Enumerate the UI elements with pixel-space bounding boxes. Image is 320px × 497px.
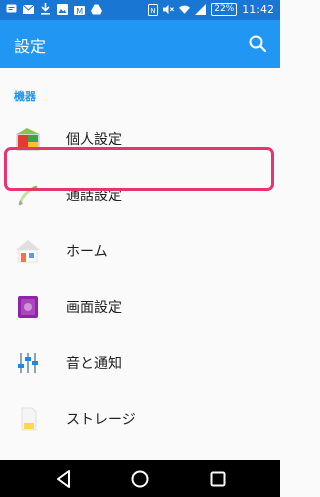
mute-icon	[163, 4, 175, 16]
drive-icon	[91, 3, 102, 15]
navigation-bar	[0, 460, 280, 497]
app-bar: 設定	[0, 20, 280, 68]
page-title: 設定	[14, 37, 47, 56]
clock: 11:42	[242, 3, 274, 16]
svg-text:M: M	[76, 6, 83, 14]
shop-icon: M	[74, 3, 85, 15]
settings-item-label: 画面設定	[66, 300, 122, 316]
settings-item-call[interactable]: 通話設定	[0, 167, 280, 223]
home-button-icon[interactable]	[127, 466, 153, 492]
message-icon	[6, 3, 17, 15]
mail-icon	[23, 3, 34, 15]
settings-item-sound[interactable]: 音と通知	[0, 335, 280, 391]
search-icon[interactable]	[246, 32, 270, 56]
section-header-device: 機器	[14, 90, 36, 103]
settings-item-storage[interactable]: ストレージ	[0, 391, 280, 447]
settings-list: 機器 個人設定 通話設定 ホーム 画面設定 音と通知 ストレージ	[0, 68, 280, 460]
battery-indicator: 22%	[211, 3, 238, 16]
home-icon	[14, 237, 42, 265]
nfc-icon: N	[147, 3, 158, 16]
settings-item-display[interactable]: 画面設定	[0, 279, 280, 335]
storage-icon	[14, 405, 42, 433]
signal-icon	[195, 4, 207, 16]
display-icon	[14, 293, 42, 321]
svg-text:N: N	[150, 7, 155, 15]
settings-item-home[interactable]: ホーム	[0, 223, 280, 279]
gallery-icon	[57, 3, 68, 15]
recent-apps-icon[interactable]	[205, 466, 231, 492]
personalization-icon	[14, 125, 42, 153]
system-status: N 22% 11:42	[147, 3, 274, 16]
settings-item-label: 通話設定	[66, 188, 122, 204]
settings-item-label: 個人設定	[66, 132, 122, 148]
status-bar: M N 22% 11:42	[0, 0, 280, 20]
settings-item-personalization[interactable]: 個人設定	[0, 111, 280, 167]
settings-item-label: ホーム	[66, 244, 108, 260]
settings-item-label: ストレージ	[66, 412, 136, 428]
sound-notification-icon	[14, 349, 42, 377]
notification-icons: M	[6, 3, 102, 15]
download-icon	[40, 3, 51, 15]
settings-item-label: 音と通知	[66, 356, 122, 372]
back-icon[interactable]	[51, 466, 77, 492]
wifi-icon	[179, 4, 191, 16]
call-settings-icon	[14, 181, 42, 209]
